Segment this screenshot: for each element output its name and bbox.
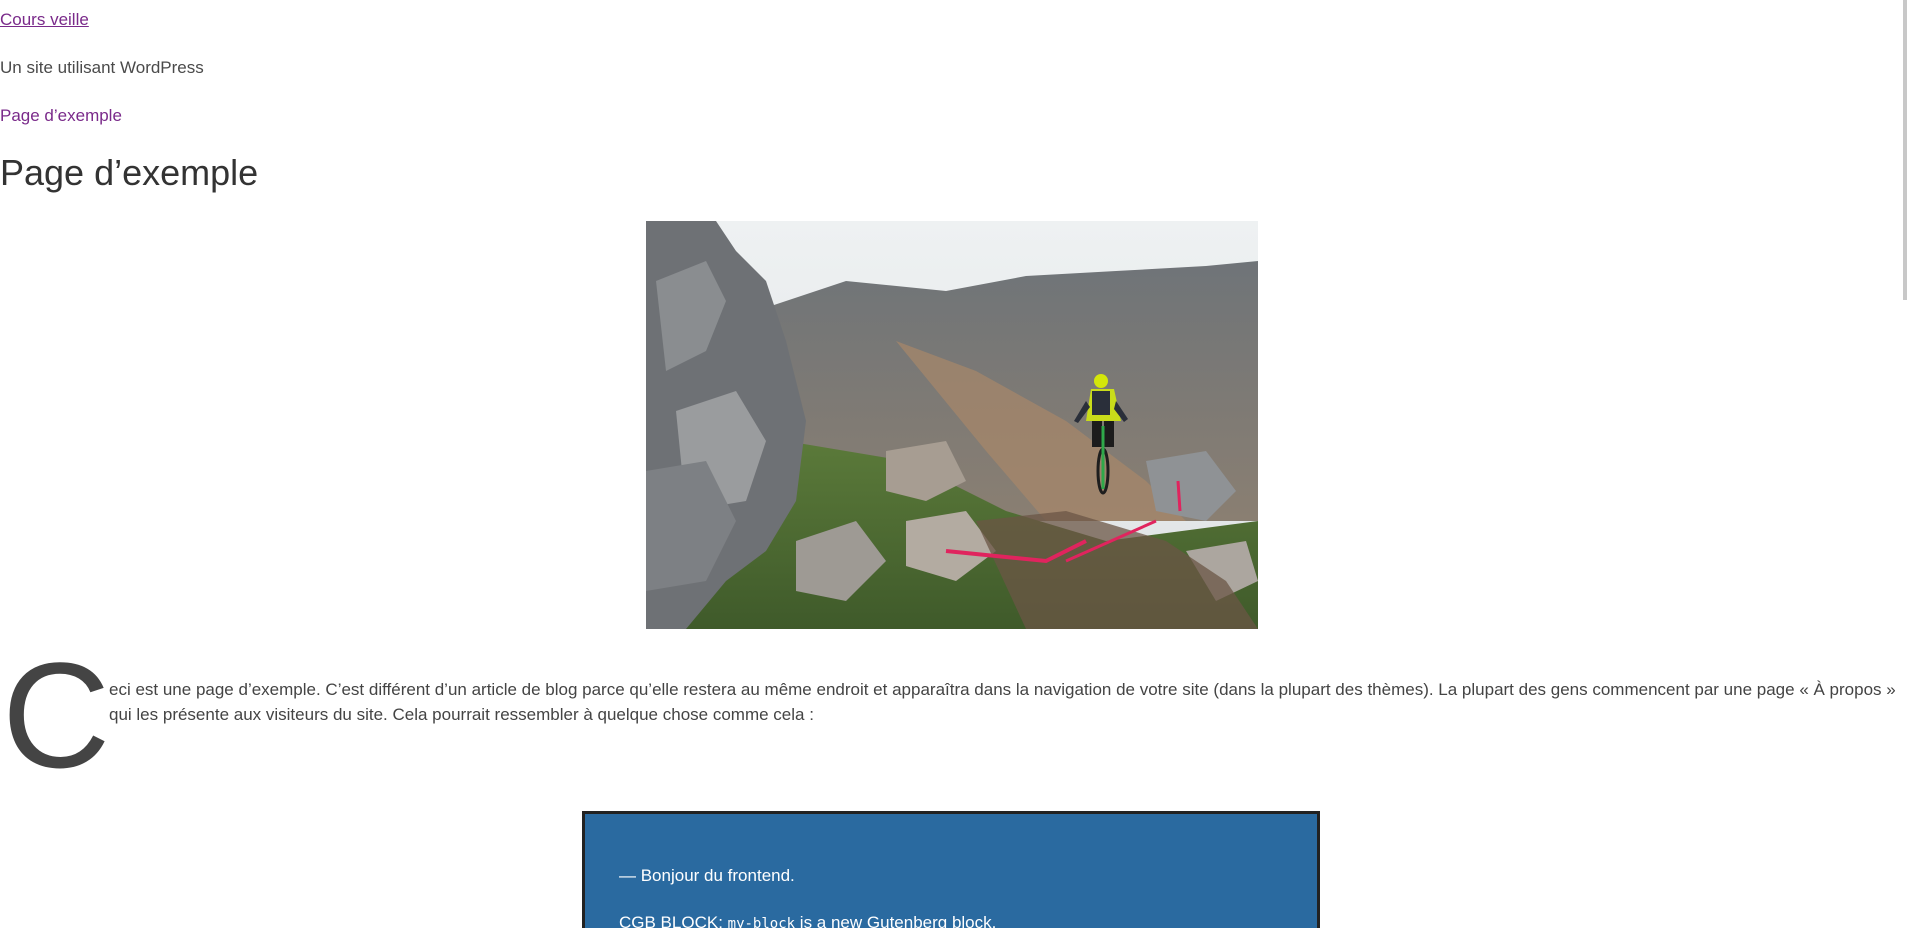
block-suffix: is a new Gutenberg block. xyxy=(795,913,997,928)
block-description: CGB BLOCK: my-block is a new Gutenberg b… xyxy=(619,913,996,928)
block-code: my-block xyxy=(727,916,796,928)
site-description: Un site utilisant WordPress xyxy=(0,58,204,77)
block-greeting: — Bonjour du frontend. xyxy=(619,866,795,885)
intro-paragraph: eci est une page d’exemple. C’est différ… xyxy=(109,680,1896,724)
hero-image-mountain-biker xyxy=(646,221,1258,629)
scrollbar[interactable] xyxy=(1903,0,1907,300)
page-title: Page d’exemple xyxy=(0,152,259,193)
nav-link-page-exemple[interactable]: Page d’exemple xyxy=(0,106,122,126)
gutenberg-block: — Bonjour du frontend. CGB BLOCK: my-blo… xyxy=(582,811,1320,928)
page: Cours veille Un site utilisant WordPress… xyxy=(0,0,1907,928)
block-prefix: CGB BLOCK: xyxy=(619,913,728,928)
site-title-link[interactable]: Cours veille xyxy=(0,10,89,30)
intro-dropcap: C xyxy=(2,631,111,799)
